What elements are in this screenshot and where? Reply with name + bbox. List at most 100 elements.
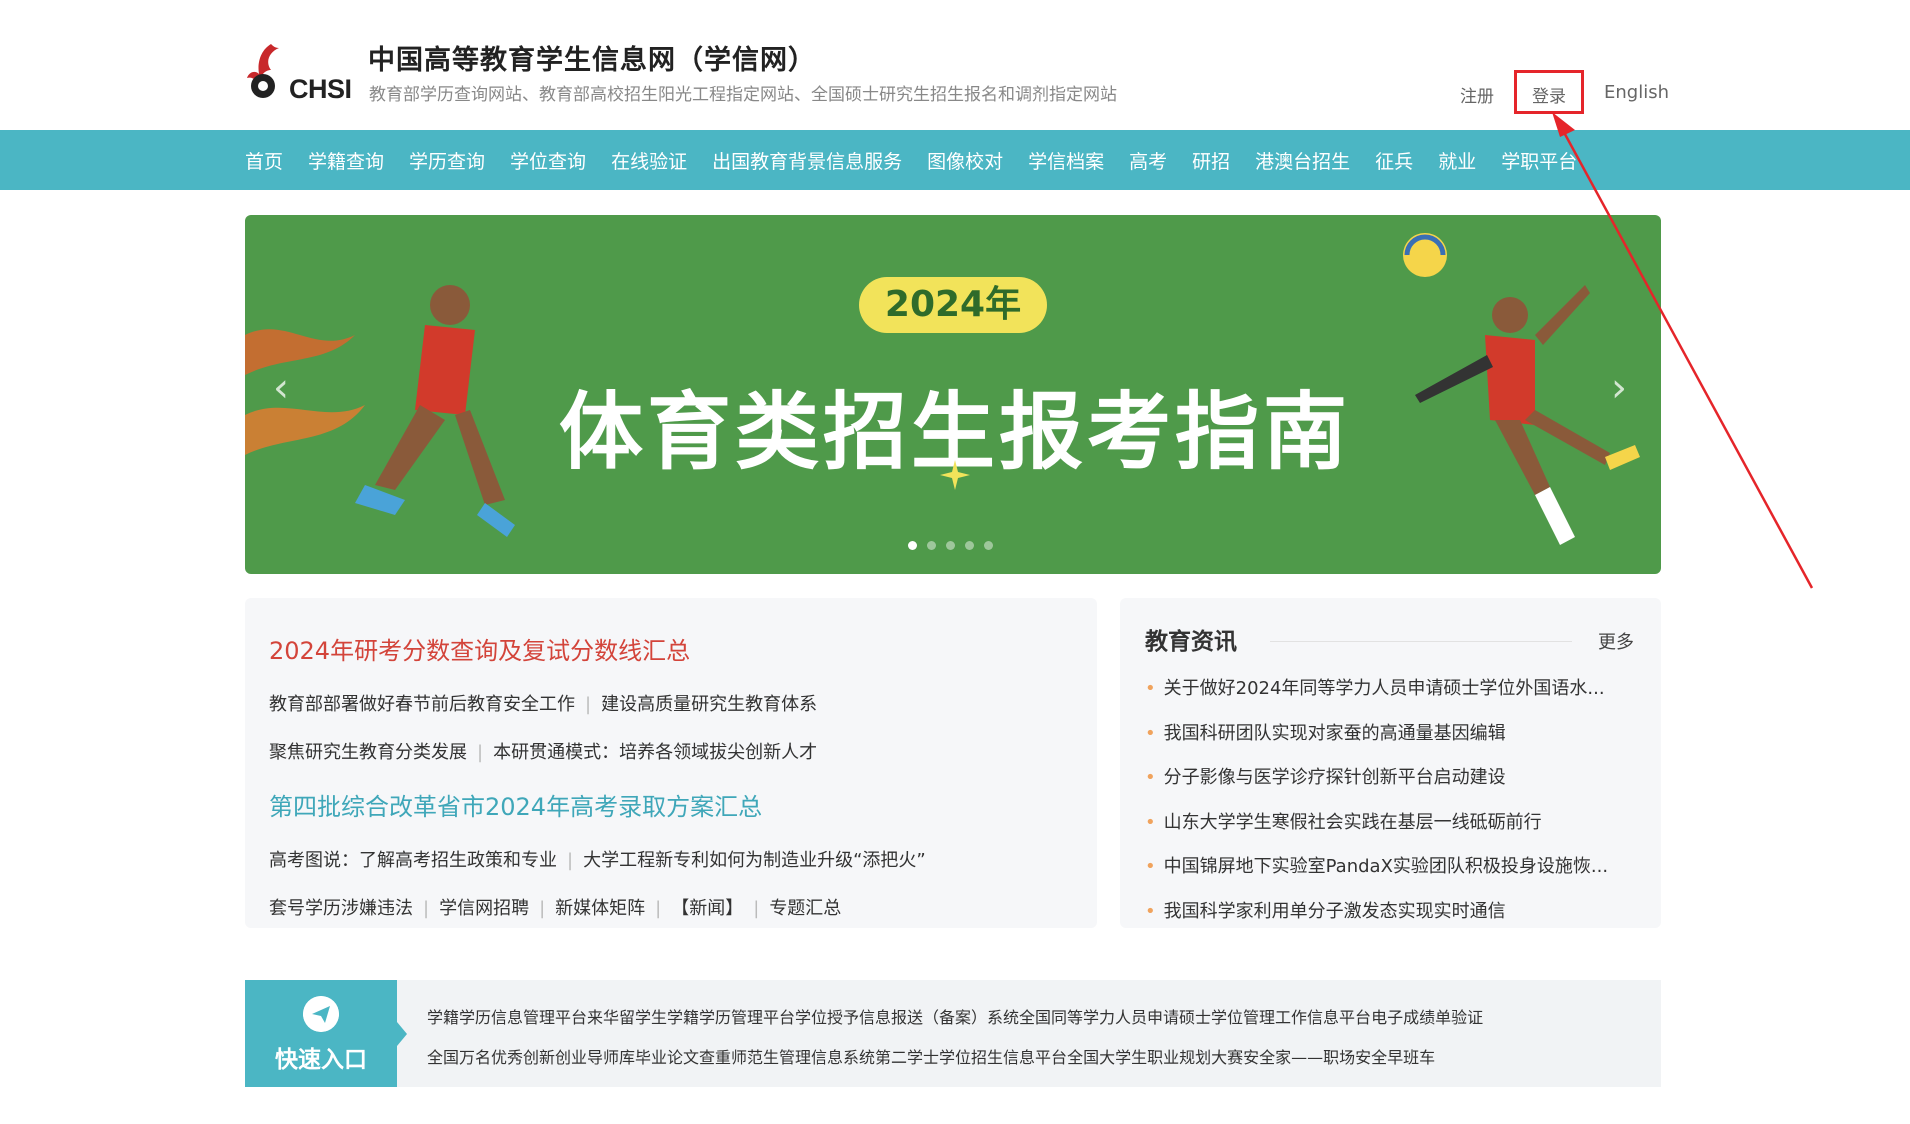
news-link[interactable]: 聚焦研究生教育分类发展: [269, 742, 467, 763]
nav-item-image-check[interactable]: 图像校对: [927, 147, 1003, 174]
quick-link[interactable]: 安全家——职场安全早班车: [1243, 1044, 1435, 1068]
news-link[interactable]: 专题汇总: [769, 898, 841, 919]
news-link[interactable]: 学信网招聘: [439, 898, 529, 919]
quick-link[interactable]: 师范生管理信息系统: [731, 1044, 875, 1068]
separator: |: [539, 898, 546, 919]
bullet: •: [1145, 723, 1156, 744]
news-link[interactable]: 教育部部署做好春节前后教育安全工作: [269, 694, 575, 715]
banner-prev-arrow[interactable]: ‹: [273, 365, 289, 411]
news-panel-left: 2024年研考分数查询及复试分数线汇总 教育部部署做好春节前后教育安全工作 | 建设…: [245, 598, 1097, 928]
nav-item-overseas[interactable]: 出国教育背景信息服务: [712, 147, 902, 174]
news-link[interactable]: 新媒体矩阵: [555, 898, 645, 919]
news-link[interactable]: 套号学历涉嫌违法: [269, 898, 413, 919]
login-highlight-box: [1514, 70, 1584, 114]
nav-item-employment[interactable]: 就业: [1438, 147, 1476, 174]
separator: |: [753, 898, 760, 919]
quick-link[interactable]: 第二学士学位招生信息平台: [875, 1044, 1067, 1068]
banner-dot[interactable]: [946, 541, 955, 550]
nav-item-student-status[interactable]: 学籍查询: [308, 147, 384, 174]
banner-dot[interactable]: [965, 541, 974, 550]
nav-item-hmt[interactable]: 港澳台招生: [1255, 147, 1350, 174]
bullet: •: [1145, 901, 1156, 922]
news-row: 套号学历涉嫌违法 | 学信网招聘 | 新媒体矩阵 | 【新闻】 | 专题汇总: [269, 894, 841, 920]
nav-item-gaokao[interactable]: 高考: [1129, 147, 1167, 174]
news-row: 聚焦研究生教育分类发展 | 本研贯通模式：培养各领域拔尖创新人才: [269, 738, 817, 764]
list-item[interactable]: • 中国锦屏地下实验室PandaX实验团队积极投身设施恢...: [1145, 852, 1645, 878]
site-title: 中国高等教育学生信息网（学信网）: [368, 45, 816, 76]
separator: |: [423, 898, 430, 919]
news-row: 高考图说：了解高考招生政策和专业 | 大学工程新专利如何为制造业升级“添把火”: [269, 846, 926, 872]
hero-banner[interactable]: 2024年 体育类招生报考指南 ‹ ›: [245, 215, 1661, 574]
banner-year-badge: 2024年: [859, 277, 1047, 333]
nav-item-yanzhao[interactable]: 研招: [1192, 147, 1230, 174]
register-link[interactable]: 注册: [1460, 82, 1494, 107]
banner-dot[interactable]: [908, 541, 917, 550]
quick-link[interactable]: 电子成绩单验证: [1371, 1004, 1483, 1028]
flame-logo-icon: [247, 44, 279, 98]
quick-link[interactable]: 学位授予信息报送（备案）系统: [795, 1004, 1019, 1028]
site-subtitle: 教育部学历查询网站、教育部高校招生阳光工程指定网站、全国硕士研究生招生报名和调剂…: [369, 85, 1117, 105]
nav-item-degree[interactable]: 学位查询: [510, 147, 586, 174]
headline-gaokao[interactable]: 第四批综合改革省市2024年高考录取方案汇总: [269, 787, 762, 822]
main-nav: 首页 学籍查询 学历查询 学位查询 在线验证 出国教育背景信息服务 图像校对 学…: [0, 130, 1910, 190]
list-item-text: 分子影像与医学诊疗探针创新平台启动建设: [1163, 767, 1506, 788]
banner-dot[interactable]: [984, 541, 993, 550]
news-link[interactable]: 【新闻】: [671, 898, 743, 919]
quick-link[interactable]: 毕业论文查重: [635, 1044, 731, 1068]
nav-items: 首页 学籍查询 学历查询 学位查询 在线验证 出国教育背景信息服务 图像校对 学…: [245, 130, 1602, 190]
quick-link[interactable]: 来华留学生学籍学历管理平台: [587, 1004, 795, 1028]
list-item-text: 我国科研团队实现对家蚕的高通量基因编辑: [1163, 723, 1506, 744]
nav-item-archive[interactable]: 学信档案: [1028, 147, 1104, 174]
bullet: •: [1145, 856, 1156, 877]
list-item[interactable]: • 我国科学家利用单分子激发态实现实时通信: [1145, 897, 1645, 923]
nav-item-conscription[interactable]: 征兵: [1375, 147, 1413, 174]
bullet: •: [1145, 812, 1156, 833]
nav-item-education[interactable]: 学历查询: [409, 147, 485, 174]
list-item[interactable]: • 我国科研团队实现对家蚕的高通量基因编辑: [1145, 719, 1645, 745]
separator: |: [585, 694, 592, 715]
header: CHSI 中国高等教育学生信息网（学信网） 教育部学历查询网站、教育部高校招生阳…: [0, 0, 1910, 130]
quick-entry-badge: 快速入口: [245, 980, 397, 1087]
list-item[interactable]: • 山东大学学生寒假社会实践在基层一线砥砺前行: [1145, 808, 1645, 834]
news-link[interactable]: 大学工程新专利如何为制造业升级“添把火”: [583, 850, 926, 871]
sparkle-icon: [940, 460, 970, 490]
edu-news-title: 教育资讯: [1145, 629, 1237, 655]
quick-links-row: 全国万名优秀创新创业导师库 毕业论文查重 师范生管理信息系统 第二学士学位招生信…: [427, 1044, 1435, 1068]
headline-kaoyan[interactable]: 2024年研考分数查询及复试分数线汇总: [269, 631, 690, 666]
separator: |: [655, 898, 662, 919]
list-item[interactable]: • 分子影像与医学诊疗探针创新平台启动建设: [1145, 763, 1645, 789]
volleyball-player-illustration: [1403, 233, 1640, 545]
banner-next-arrow[interactable]: ›: [1611, 365, 1627, 411]
quick-link[interactable]: 全国同等学力人员申请硕士学位管理工作信息平台: [1019, 1004, 1371, 1028]
nav-item-career-platform[interactable]: 学职平台: [1501, 147, 1577, 174]
divider: [1270, 641, 1572, 642]
list-item[interactable]: • 关于做好2024年同等学力人员申请硕士学位外国语水...: [1145, 674, 1645, 700]
logo-text: CHSI: [289, 74, 352, 104]
news-link[interactable]: 建设高质量研究生教育体系: [601, 694, 817, 715]
list-item-text: 关于做好2024年同等学力人员申请硕士学位外国语水...: [1163, 678, 1605, 699]
nav-item-home[interactable]: 首页: [245, 147, 283, 174]
banner-pagination: [908, 541, 993, 550]
separator: |: [477, 742, 484, 763]
quick-entry-bar: 快速入口 学籍学历信息管理平台 来华留学生学籍学历管理平台 学位授予信息报送（备…: [245, 980, 1661, 1087]
quick-link[interactable]: 全国大学生职业规划大赛: [1067, 1044, 1243, 1068]
banner-dot[interactable]: [927, 541, 936, 550]
quick-entry-notch: [397, 1022, 407, 1046]
english-link[interactable]: English: [1604, 82, 1669, 103]
site-logo[interactable]: CHSI: [243, 40, 353, 104]
quick-link[interactable]: 学籍学历信息管理平台: [427, 1004, 587, 1028]
more-link[interactable]: 更多: [1598, 628, 1634, 654]
news-link[interactable]: 本研贯通模式：培养各领域拔尖创新人才: [493, 742, 817, 763]
list-item-text: 中国锦屏地下实验室PandaX实验团队积极投身设施恢...: [1163, 856, 1609, 877]
list-item-text: 我国科学家利用单分子激发态实现实时通信: [1163, 901, 1506, 922]
quick-links-row: 学籍学历信息管理平台 来华留学生学籍学历管理平台 学位授予信息报送（备案）系统 …: [427, 1004, 1483, 1028]
nav-item-verify[interactable]: 在线验证: [611, 147, 687, 174]
quick-link[interactable]: 全国万名优秀创新创业导师库: [427, 1044, 635, 1068]
news-panel-right: 教育资讯 更多 • 关于做好2024年同等学力人员申请硕士学位外国语水... • 我…: [1120, 598, 1661, 928]
paper-plane-icon: [303, 996, 339, 1032]
quick-entry-label: 快速入口: [275, 1047, 367, 1073]
bullet: •: [1145, 678, 1156, 699]
news-link[interactable]: 高考图说：了解高考招生政策和专业: [269, 850, 557, 871]
news-row: 教育部部署做好春节前后教育安全工作 | 建设高质量研究生教育体系: [269, 690, 817, 716]
separator: |: [567, 850, 574, 871]
